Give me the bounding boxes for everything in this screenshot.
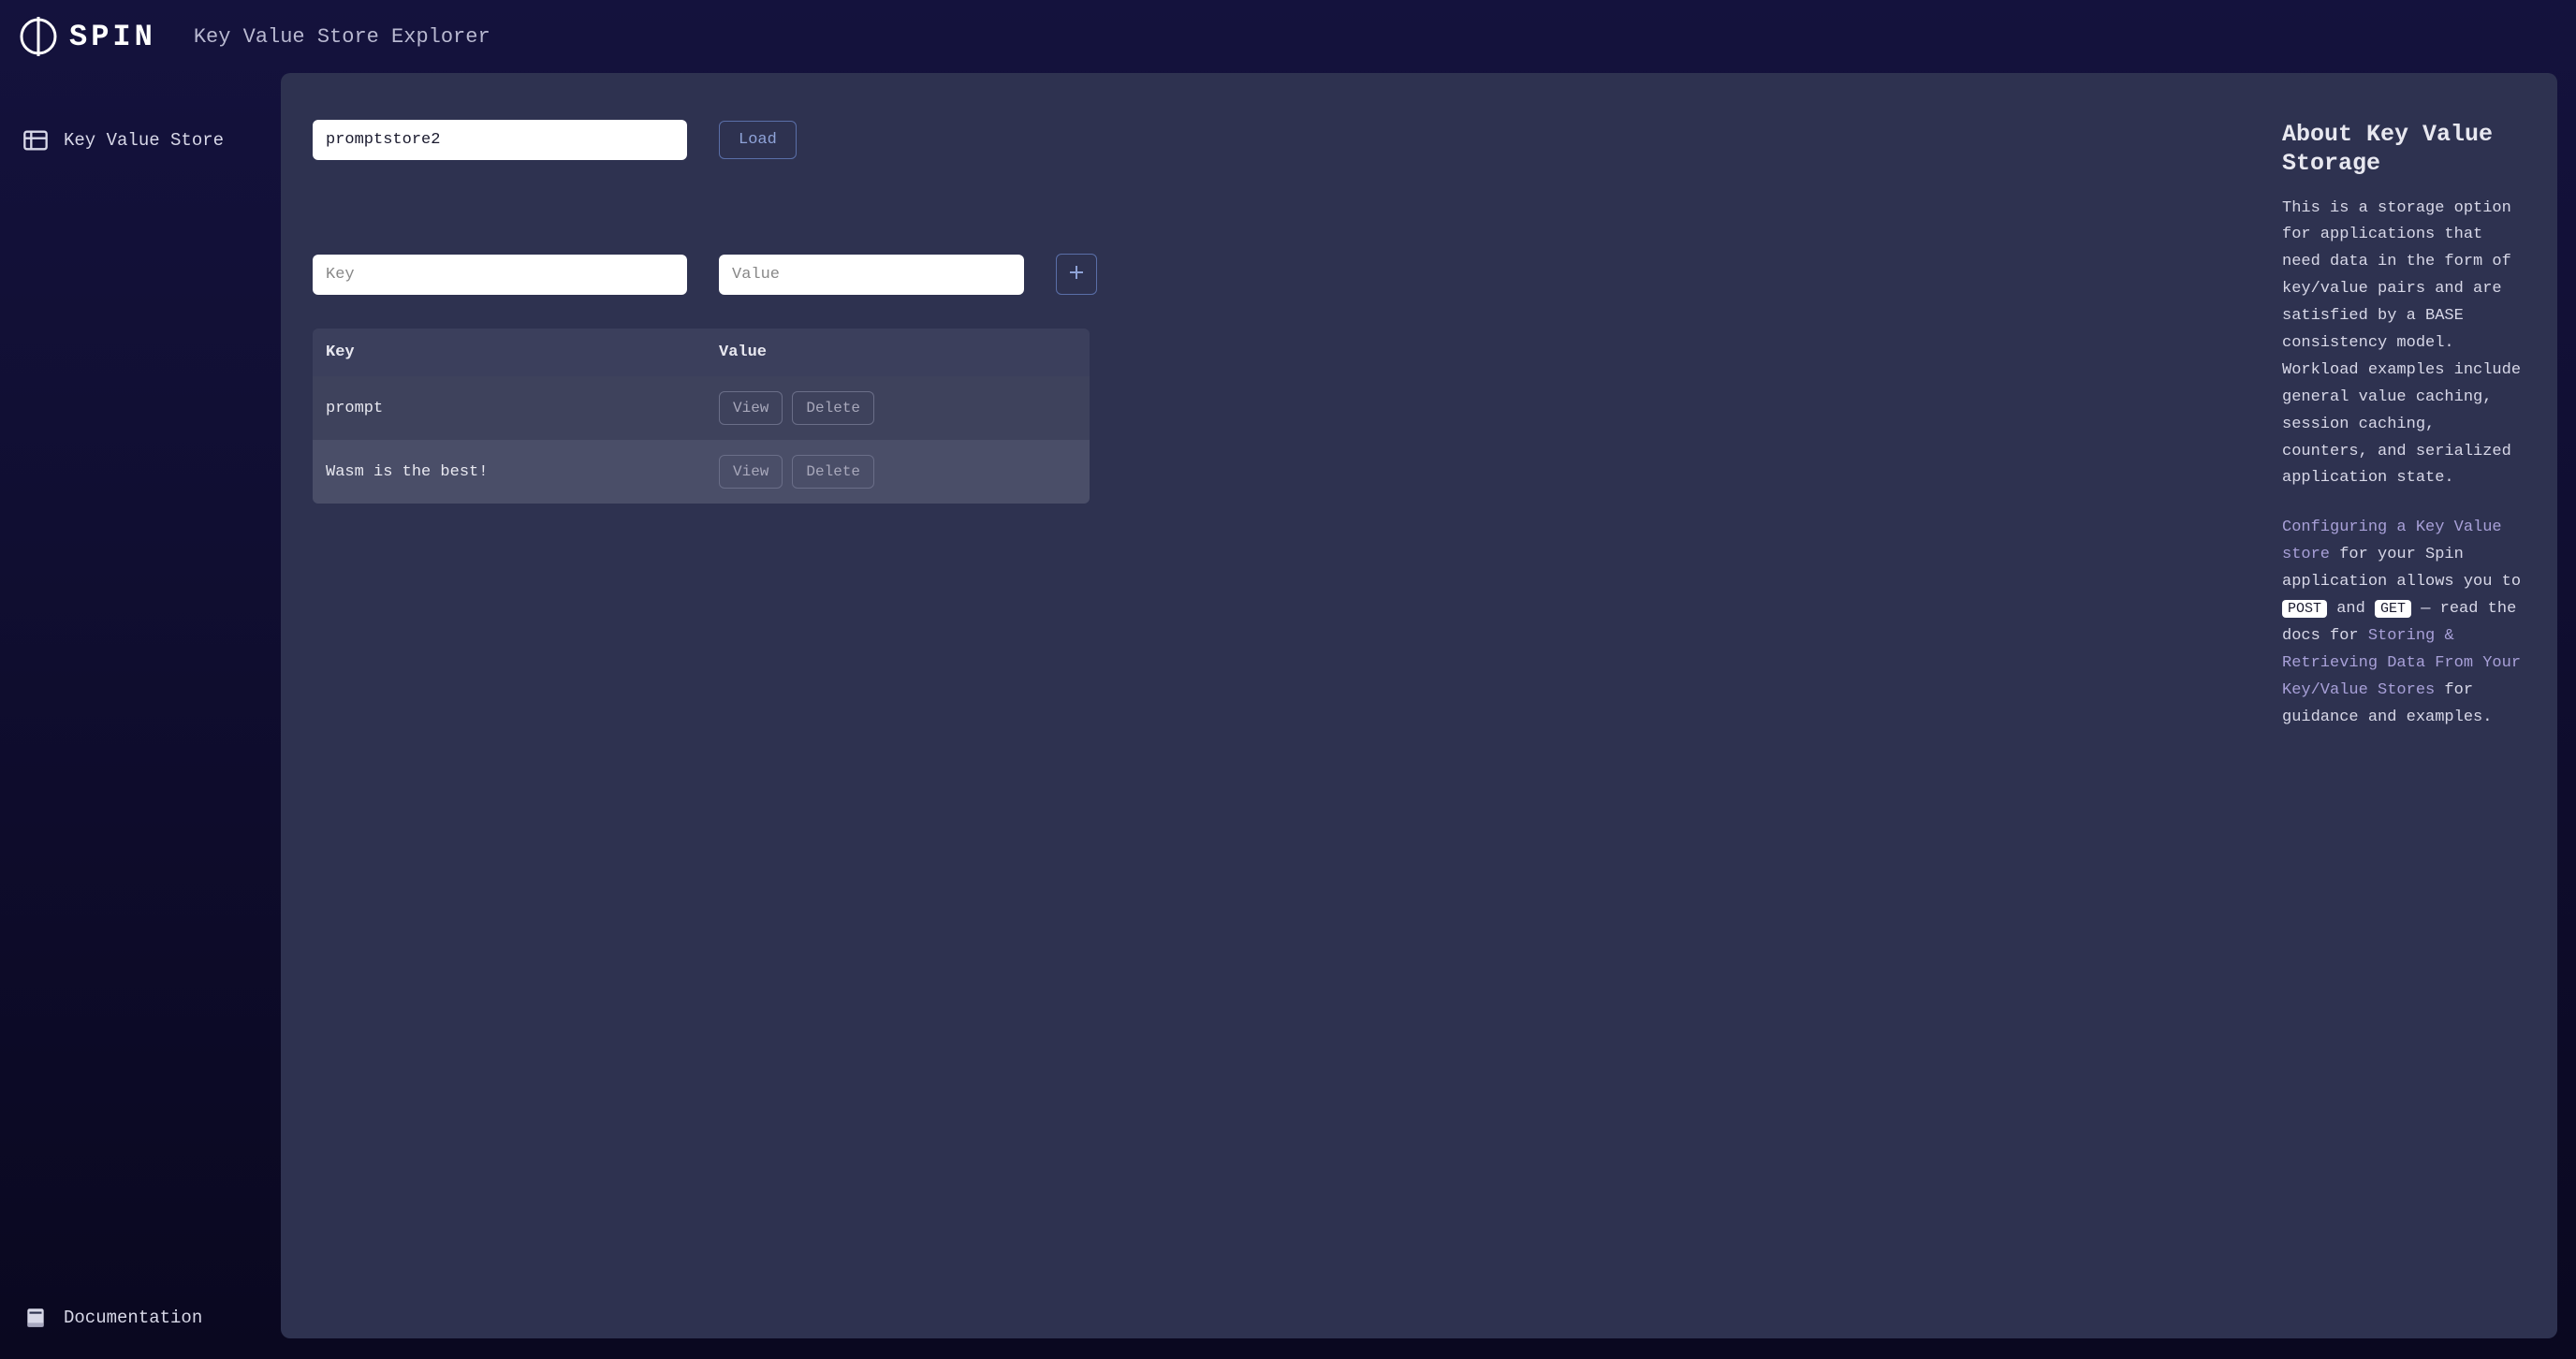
key-input[interactable] (313, 255, 687, 295)
layout: Key Value Store Documentation Load (0, 73, 2576, 1357)
spin-logo-icon (19, 17, 58, 56)
get-badge: GET (2375, 600, 2411, 618)
table-cell-key: prompt (326, 400, 719, 417)
sidebar-item-label: Key Value Store (64, 130, 224, 151)
table-cell-key: Wasm is the best! (326, 463, 719, 481)
column-header-key: Key (326, 343, 719, 361)
sidebar-item-key-value-store[interactable]: Key Value Store (19, 120, 262, 161)
load-button[interactable]: Load (719, 121, 797, 159)
sidebar-bottom: Documentation (19, 1297, 262, 1338)
main-panel: Load Key Value (281, 73, 2557, 1338)
delete-button[interactable]: Delete (792, 391, 874, 425)
about-para2: Configuring a Key Value store for your S… (2282, 515, 2525, 731)
view-button[interactable]: View (719, 391, 783, 425)
sidebar-item-documentation[interactable]: Documentation (19, 1297, 262, 1338)
view-button[interactable]: View (719, 455, 783, 489)
table-cell-actions: View Delete (719, 391, 1076, 425)
column-header-value: Value (719, 343, 1076, 361)
add-button[interactable] (1056, 254, 1097, 295)
store-load-row: Load (313, 120, 2250, 160)
about-text-span: and (2327, 600, 2375, 618)
table-cell-actions: View Delete (719, 455, 1076, 489)
delete-button[interactable]: Delete (792, 455, 874, 489)
sidebar: Key Value Store Documentation (0, 73, 281, 1357)
table-icon (22, 127, 49, 153)
app-header: SPIN Key Value Store Explorer (0, 0, 2576, 73)
kv-table-header: Key Value (313, 329, 1090, 376)
about-text: This is a storage option for application… (2282, 196, 2525, 732)
plus-icon (1069, 264, 1084, 285)
about-para1: This is a storage option for application… (2282, 196, 2525, 493)
content-area: Load Key Value (313, 120, 2250, 1310)
kv-table: Key Value promptViewDeleteWasm is the be… (313, 329, 1090, 504)
post-badge: POST (2282, 600, 2327, 618)
table-row: promptView Delete (313, 376, 1090, 440)
about-panel: About Key Value Storage This is a storag… (2282, 120, 2525, 1310)
store-name-input[interactable] (313, 120, 687, 160)
table-row: Wasm is the best!View Delete (313, 440, 1090, 504)
value-input[interactable] (719, 255, 1024, 295)
logo-text: SPIN (69, 20, 156, 54)
page-title: Key Value Store Explorer (194, 25, 490, 49)
sidebar-top: Key Value Store (19, 120, 262, 161)
book-icon (22, 1305, 49, 1331)
logo: SPIN (19, 17, 156, 56)
kv-input-row (313, 254, 2250, 295)
about-title: About Key Value Storage (2282, 120, 2525, 179)
kv-table-body: promptViewDeleteWasm is the best!ViewDel… (313, 376, 1090, 504)
sidebar-item-label: Documentation (64, 1308, 202, 1328)
